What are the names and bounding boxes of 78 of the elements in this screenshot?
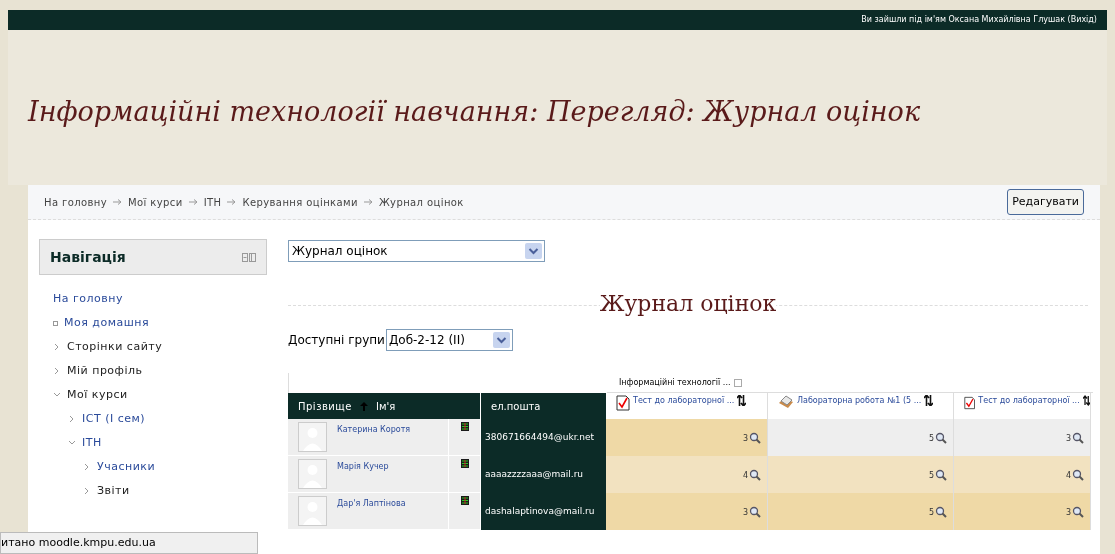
magnifier-icon[interactable] — [749, 505, 761, 518]
sort-icon[interactable] — [924, 395, 934, 406]
nav-item[interactable]: Мій профіль — [67, 362, 143, 380]
nav-link[interactable]: ICT (I сем) — [82, 410, 146, 428]
student-name-link[interactable]: Марія Кучер — [337, 459, 389, 473]
avatar-icon — [298, 459, 327, 489]
magnifier-icon[interactable] — [749, 431, 761, 444]
login-info[interactable]: Ви зайшли під ім'ям Оксана Михайлівна Глушак (Вихід) — [861, 14, 1097, 26]
grade-report-icon[interactable] — [460, 422, 469, 431]
breadcrumb-link[interactable]: Мої курси — [128, 194, 183, 210]
magnifier-icon[interactable] — [935, 505, 947, 518]
email-header: ел.пошта — [480, 393, 606, 419]
breadcrumb-arrow-icon — [188, 199, 198, 205]
first-name-sort-link[interactable]: Ім'я — [375, 398, 396, 414]
dropdown-icon — [492, 332, 510, 348]
magnifier-icon[interactable] — [1072, 468, 1084, 481]
report-select[interactable]: Журнал оцінок — [288, 240, 545, 262]
grade-report-icon[interactable] — [460, 496, 469, 505]
student-name-link[interactable]: Дар'я Лаптінова — [337, 496, 406, 510]
email-cell: 380671664494@ukr.net — [480, 419, 606, 456]
status-text: итано moodle.kmpu.edu.ua — [1, 534, 156, 551]
grade-value: 5 — [928, 470, 934, 482]
avatar-icon — [298, 496, 327, 526]
nav-item[interactable]: Мої курси — [67, 386, 128, 404]
nav-item[interactable]: Звіти — [97, 482, 130, 500]
group-select[interactable]: Доб-2-12 (II) — [385, 329, 513, 351]
avatar-icon — [298, 422, 327, 452]
grade-value: 3 — [1065, 433, 1071, 445]
chevron-down-icon — [68, 439, 76, 447]
grade-value: 3 — [742, 507, 748, 519]
chevron-right-icon — [83, 463, 91, 471]
email-cell: dashalaptinova@mail.ru — [480, 493, 606, 530]
chevron-down-icon — [53, 391, 61, 399]
nav-link[interactable]: Учасники — [97, 458, 156, 476]
chevron-right-icon — [68, 415, 76, 423]
nav-link[interactable]: Моя домашня — [64, 314, 150, 332]
group-label: Доступні групи — [288, 332, 385, 349]
sort-icon[interactable] — [1082, 395, 1090, 406]
chevron-right-icon — [53, 367, 61, 375]
magnifier-icon[interactable] — [749, 468, 761, 481]
sort-up-icon — [359, 401, 368, 411]
dropdown-icon — [525, 243, 542, 259]
bullet-icon — [53, 320, 58, 326]
breadcrumb-link[interactable]: Журнал оцінок — [378, 194, 464, 210]
grade-value: 5 — [928, 433, 934, 445]
magnifier-icon[interactable] — [935, 468, 947, 481]
grade-value: 3 — [742, 433, 748, 445]
chevron-right-icon — [53, 343, 61, 351]
grade-item-link[interactable]: Тест до лабораторної ... — [978, 395, 1080, 407]
grade-value: 4 — [1065, 470, 1071, 482]
nav-link[interactable]: ITH — [82, 434, 102, 452]
student-name-link[interactable]: Катерина Коротя — [337, 422, 411, 436]
breadcrumb-link[interactable]: ITH — [203, 194, 222, 210]
grade-value: 5 — [928, 507, 934, 519]
breadcrumb-link[interactable]: На головну — [44, 194, 108, 210]
nav-item[interactable]: Сторінки сайту — [67, 338, 163, 356]
chevron-right-icon — [83, 487, 91, 495]
grade-item-link[interactable]: Лабораторна робота №1 (5 ... — [797, 395, 922, 407]
grade-value: 4 — [742, 470, 748, 482]
breadcrumb-arrow-icon — [227, 199, 237, 205]
category-header: Інформаційні технології ... — [619, 376, 731, 389]
grade-item-link[interactable]: Тест до лабораторної ... — [633, 395, 735, 407]
surname-sort-link[interactable]: Прізвище — [298, 398, 352, 414]
page-title: Журнал оцінок — [599, 293, 777, 315]
magnifier-icon[interactable] — [1072, 431, 1084, 444]
magnifier-icon[interactable] — [935, 431, 947, 444]
grade-report-icon[interactable] — [460, 459, 469, 468]
nav-link[interactable]: На головну — [53, 290, 123, 308]
edit-button[interactable]: Редагувати — [1007, 189, 1084, 215]
magnifier-icon[interactable] — [1072, 505, 1084, 518]
breadcrumb-arrow-icon — [363, 199, 373, 205]
navigation-title: Навігація — [50, 247, 126, 267]
breadcrumb-link[interactable]: Керування оцінками — [242, 194, 358, 210]
course-title: Інформаційні технології навчання: Перегляд: Журнал оцінок — [28, 95, 920, 130]
email-cell: aaaazzzzaaa@mail.ru — [480, 456, 606, 493]
breadcrumb-arrow-icon — [113, 199, 123, 205]
grade-value: 3 — [1065, 507, 1071, 519]
sort-icon[interactable] — [737, 395, 747, 406]
